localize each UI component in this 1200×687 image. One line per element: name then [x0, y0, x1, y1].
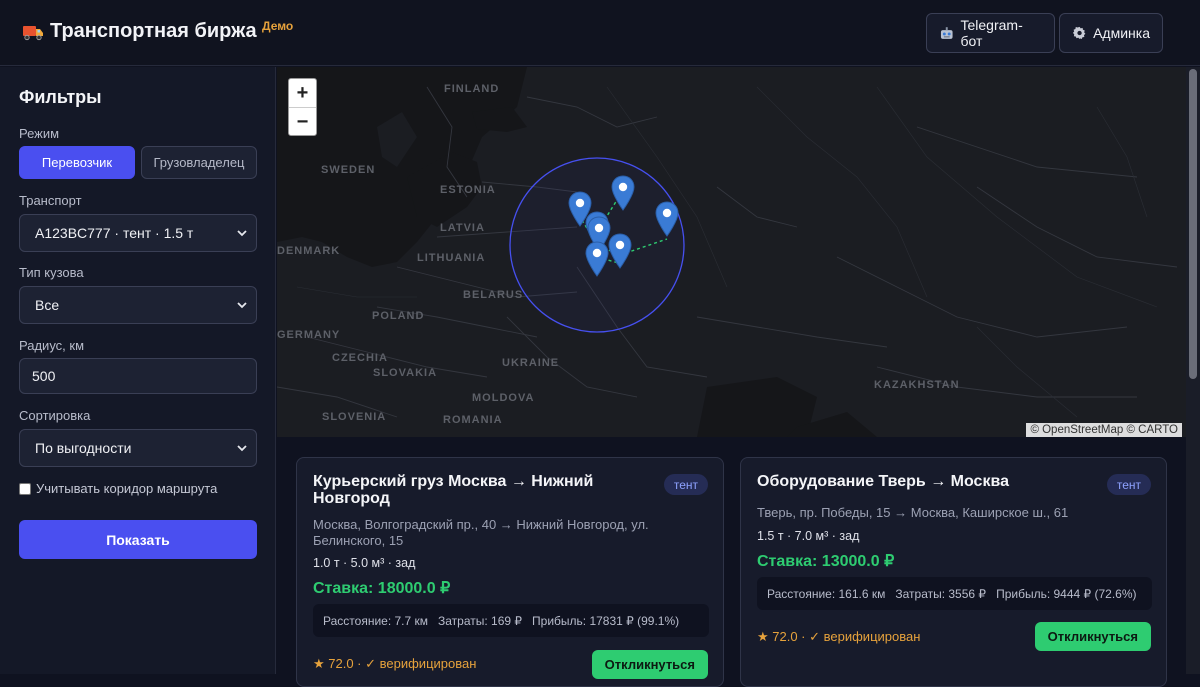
- transport-select-value: A123BC777 · тент · 1.5 т: [35, 225, 194, 241]
- cargo-specs: 1.0 т · 5.0 м³ · зад: [313, 556, 416, 570]
- cargo-rate: Ставка: 13000.0 ₽: [757, 553, 895, 570]
- zoom-out-button[interactable]: −: [289, 108, 316, 137]
- cargo-distance: Расстояние: 7.7 км: [323, 613, 428, 628]
- respond-button[interactable]: Откликнуться: [591, 650, 708, 679]
- show-button[interactable]: Показать: [19, 520, 257, 559]
- map-view[interactable]: FINLAND SWEDEN ESTONIA LATVIA DENMARK LI…: [277, 67, 1186, 437]
- cargo-card: Курьерский груз Москва → Нижний Новгород…: [296, 457, 724, 687]
- corridor-checkbox[interactable]: [19, 482, 31, 495]
- cargo-stats: Расстояние: 161.6 км Затраты: 3556 ₽ При…: [757, 577, 1152, 610]
- app-header: Транспортная биржа Демо Telegram-бот Адм…: [0, 0, 1200, 66]
- telegram-bot-button[interactable]: Telegram-бот: [926, 13, 1055, 53]
- body-type-label: Тип кузова: [19, 265, 84, 280]
- zoom-control: + −: [288, 78, 317, 136]
- chevron-down-icon: [237, 302, 247, 309]
- cargo-title: Курьерский груз Москва → Нижний Новгород: [313, 473, 594, 507]
- scrollbar-thumb[interactable]: [1189, 69, 1197, 379]
- radius-input[interactable]: 500: [19, 358, 257, 394]
- mode-carrier-button[interactable]: Перевозчик: [19, 146, 135, 179]
- logo: Транспортная биржа: [22, 20, 257, 43]
- cargo-list: Курьерский груз Москва → Нижний Новгород…: [277, 438, 1186, 687]
- filters-title: Фильтры: [19, 87, 102, 107]
- chevron-down-icon: [237, 445, 247, 452]
- page-scrollbar[interactable]: [1186, 67, 1200, 674]
- map-marker-icon[interactable]: [611, 175, 635, 211]
- body-type-tag: тент: [663, 474, 708, 495]
- cargo-rate: Ставка: 18000.0 ₽: [313, 580, 451, 597]
- admin-label: Админка: [1093, 25, 1150, 41]
- app-title: Транспортная биржа: [50, 20, 257, 42]
- zoom-in-button[interactable]: +: [289, 79, 316, 108]
- cargo-stats: Расстояние: 7.7 км Затраты: 169 ₽ Прибыл…: [313, 604, 709, 637]
- cargo-profit: Прибыль: 17831 ₽ (99.1%): [532, 613, 680, 628]
- map-marker-icon[interactable]: [608, 233, 632, 269]
- sort-select-value: По выгодности: [35, 440, 132, 456]
- radius-label: Радиус, км: [19, 338, 85, 353]
- robot-icon: [940, 27, 953, 39]
- transport-select[interactable]: A123BC777 · тент · 1.5 т: [19, 214, 257, 252]
- map-attribution[interactable]: © OpenStreetMap © CARTO: [1026, 423, 1182, 437]
- shipper-rating: ★ 72.0 · ✓ верифицирован: [757, 629, 921, 644]
- cargo-costs: Затраты: 3556 ₽: [895, 586, 987, 601]
- sort-select[interactable]: По выгодности: [19, 429, 257, 467]
- cargo-specs: 1.5 т · 7.0 м³ · зад: [757, 529, 860, 543]
- cargo-route: Тверь, пр. Победы, 15 → Москва, Каширско…: [757, 505, 1069, 520]
- sort-label: Сортировка: [19, 408, 91, 423]
- map-overlay: [509, 157, 685, 333]
- mode-label: Режим: [19, 126, 60, 141]
- body-type-select[interactable]: Все: [19, 286, 257, 324]
- respond-button[interactable]: Откликнуться: [1034, 622, 1151, 651]
- corridor-label: Учитывать коридор маршрута: [36, 481, 218, 496]
- cargo-route: Москва, Волгоградский пр., 40 → Нижний Н…: [313, 517, 649, 548]
- map-marker-icon[interactable]: [585, 241, 609, 277]
- cargo-card: Оборудование Тверь → Москва тент Тверь, …: [740, 457, 1167, 687]
- cargo-costs: Затраты: 169 ₽: [438, 613, 523, 628]
- cargo-profit: Прибыль: 9444 ₽ (72.6%): [996, 586, 1137, 601]
- body-type-select-value: Все: [35, 297, 60, 313]
- cargo-distance: Расстояние: 161.6 км: [767, 586, 886, 601]
- shipper-rating: ★ 72.0 · ✓ верифицирован: [313, 656, 477, 671]
- demo-badge: Демо: [262, 19, 294, 33]
- corridor-option[interactable]: Учитывать коридор маршрута: [19, 481, 217, 496]
- cargo-title: Оборудование Тверь → Москва: [757, 473, 1009, 490]
- body-type-tag: тент: [1106, 474, 1151, 495]
- map-marker-icon[interactable]: [655, 201, 679, 237]
- admin-button[interactable]: Админка: [1059, 13, 1163, 53]
- chevron-down-icon: [237, 230, 247, 237]
- gear-icon: [1072, 26, 1086, 40]
- transport-label: Транспорт: [19, 193, 82, 208]
- telegram-bot-label: Telegram-бот: [960, 17, 1023, 49]
- filters-sidebar: Фильтры Режим Перевозчик Грузовладелец Т…: [0, 67, 276, 674]
- mode-shipper-button[interactable]: Грузовладелец: [141, 146, 257, 179]
- truck-icon: [23, 25, 43, 40]
